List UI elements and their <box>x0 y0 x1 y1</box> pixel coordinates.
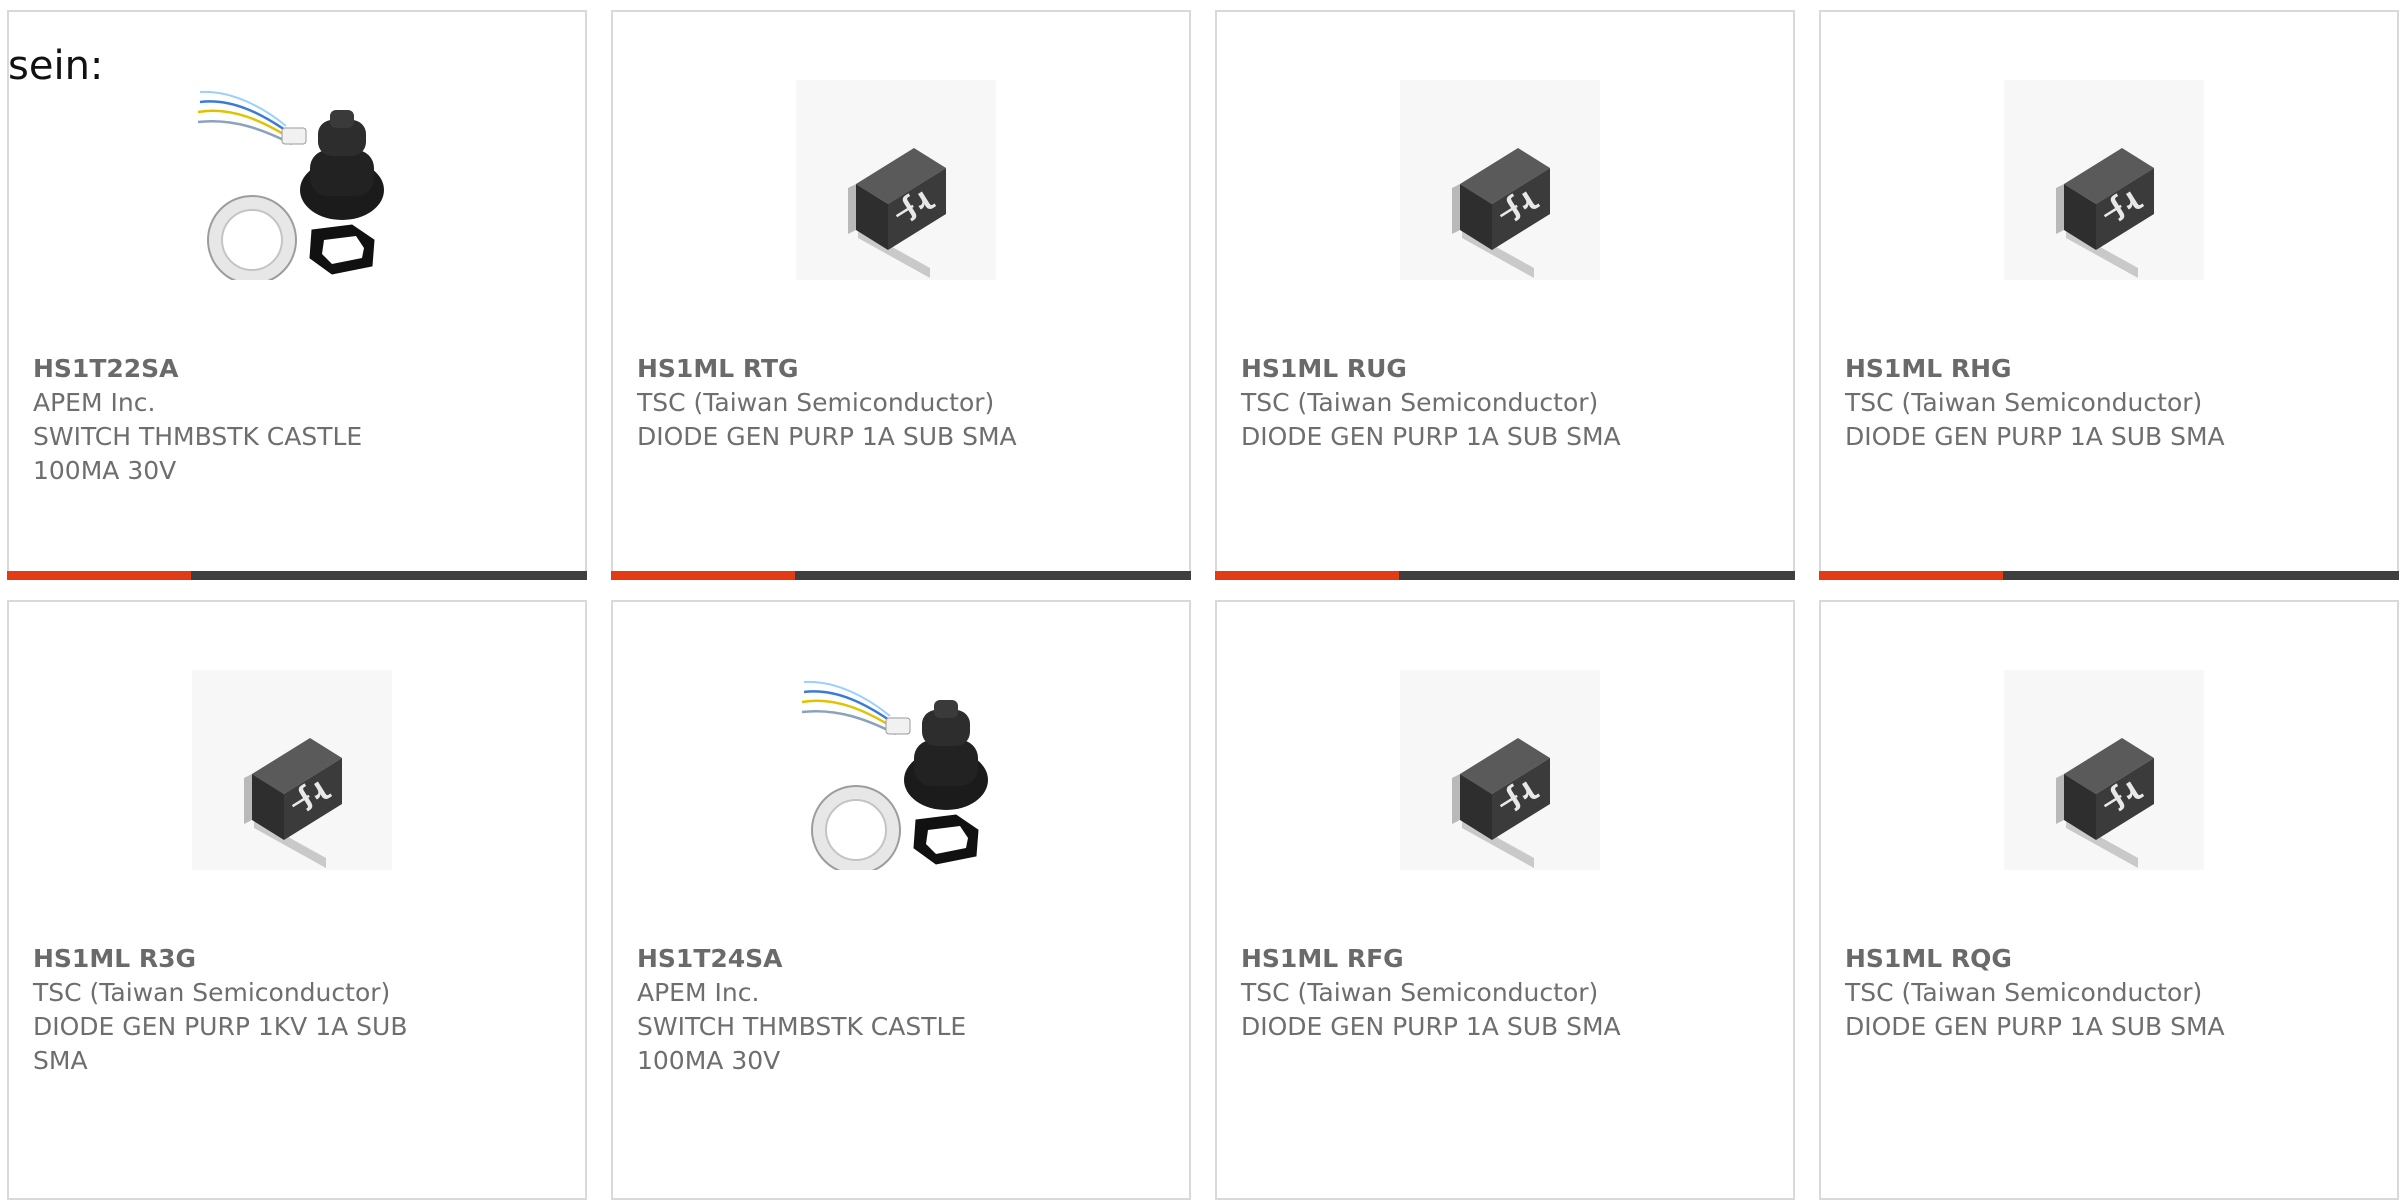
product-info: HS1T24SA APEM Inc. SWITCH THMBSTK CASTLE… <box>637 942 1137 1078</box>
part-number[interactable]: HS1T24SA <box>637 942 1137 976</box>
part-number[interactable]: HS1ML R3G <box>33 942 533 976</box>
manufacturer: TSC (Taiwan Semiconductor) <box>1845 978 2203 1007</box>
accent-bar <box>7 571 587 580</box>
description: DIODE GEN PURP 1A SUB SMA <box>637 422 1017 451</box>
product-grid: HS1T22SA APEM Inc. SWITCH THMBSTK CASTLE… <box>0 0 2400 1200</box>
product-card[interactable]: HS1ML RUG TSC (Taiwan Semiconductor) DIO… <box>1215 10 1795 580</box>
manufacturer: APEM Inc. <box>33 388 156 417</box>
part-number[interactable]: HS1ML RUG <box>1241 352 1741 386</box>
sma-diode-image[interactable] <box>1400 670 1600 870</box>
sma-diode-image[interactable] <box>2004 670 2204 870</box>
manufacturer: TSC (Taiwan Semiconductor) <box>33 978 391 1007</box>
product-card[interactable]: HS1ML R3G TSC (Taiwan Semiconductor) DIO… <box>7 600 587 1200</box>
manufacturer: TSC (Taiwan Semiconductor) <box>1241 388 1599 417</box>
product-info: HS1ML R3G TSC (Taiwan Semiconductor) DIO… <box>33 942 533 1078</box>
sma-diode-image[interactable] <box>796 80 996 280</box>
manufacturer: APEM Inc. <box>637 978 760 1007</box>
manufacturer: TSC (Taiwan Semiconductor) <box>637 388 995 417</box>
description: DIODE GEN PURP 1KV 1A SUB SMA <box>33 1012 408 1075</box>
product-info: HS1T22SA APEM Inc. SWITCH THMBSTK CASTLE… <box>33 352 533 488</box>
description: DIODE GEN PURP 1A SUB SMA <box>1241 1012 1621 1041</box>
product-card[interactable]: HS1T24SA APEM Inc. SWITCH THMBSTK CASTLE… <box>611 600 1191 1200</box>
manufacturer: TSC (Taiwan Semiconductor) <box>1845 388 2203 417</box>
product-card[interactable]: HS1ML RQG TSC (Taiwan Semiconductor) DIO… <box>1819 600 2399 1200</box>
description: SWITCH THMBSTK CASTLE 100MA 30V <box>33 422 363 485</box>
description: SWITCH THMBSTK CASTLE 100MA 30V <box>637 1012 967 1075</box>
part-number[interactable]: HS1ML RTG <box>637 352 1137 386</box>
description: DIODE GEN PURP 1A SUB SMA <box>1845 1012 2225 1041</box>
accent-bar <box>1819 571 2399 580</box>
accent-bar <box>1215 571 1795 580</box>
part-number[interactable]: HS1ML RFG <box>1241 942 1741 976</box>
part-number[interactable]: HS1T22SA <box>33 352 533 386</box>
sma-diode-image[interactable] <box>192 670 392 870</box>
description: DIODE GEN PURP 1A SUB SMA <box>1241 422 1621 451</box>
product-info: HS1ML RTG TSC (Taiwan Semiconductor) DIO… <box>637 352 1137 454</box>
sma-diode-image[interactable] <box>1400 80 1600 280</box>
product-info: HS1ML RFG TSC (Taiwan Semiconductor) DIO… <box>1241 942 1741 1044</box>
sma-diode-image[interactable] <box>2004 80 2204 280</box>
part-number[interactable]: HS1ML RQG <box>1845 942 2345 976</box>
manufacturer: TSC (Taiwan Semiconductor) <box>1241 978 1599 1007</box>
product-card[interactable]: HS1ML RHG TSC (Taiwan Semiconductor) DIO… <box>1819 10 2399 580</box>
product-info: HS1ML RQG TSC (Taiwan Semiconductor) DIO… <box>1845 942 2345 1044</box>
thumbstick-switch-image[interactable] <box>192 80 392 280</box>
product-card[interactable]: HS1ML RFG TSC (Taiwan Semiconductor) DIO… <box>1215 600 1795 1200</box>
thumbstick-switch-image[interactable] <box>796 670 996 870</box>
intro-text: sein: <box>8 43 104 89</box>
product-card[interactable]: HS1ML RTG TSC (Taiwan Semiconductor) DIO… <box>611 10 1191 580</box>
product-info: HS1ML RUG TSC (Taiwan Semiconductor) DIO… <box>1241 352 1741 454</box>
description: DIODE GEN PURP 1A SUB SMA <box>1845 422 2225 451</box>
accent-bar <box>611 571 1191 580</box>
product-card[interactable]: HS1T22SA APEM Inc. SWITCH THMBSTK CASTLE… <box>7 10 587 580</box>
part-number[interactable]: HS1ML RHG <box>1845 352 2345 386</box>
product-info: HS1ML RHG TSC (Taiwan Semiconductor) DIO… <box>1845 352 2345 454</box>
